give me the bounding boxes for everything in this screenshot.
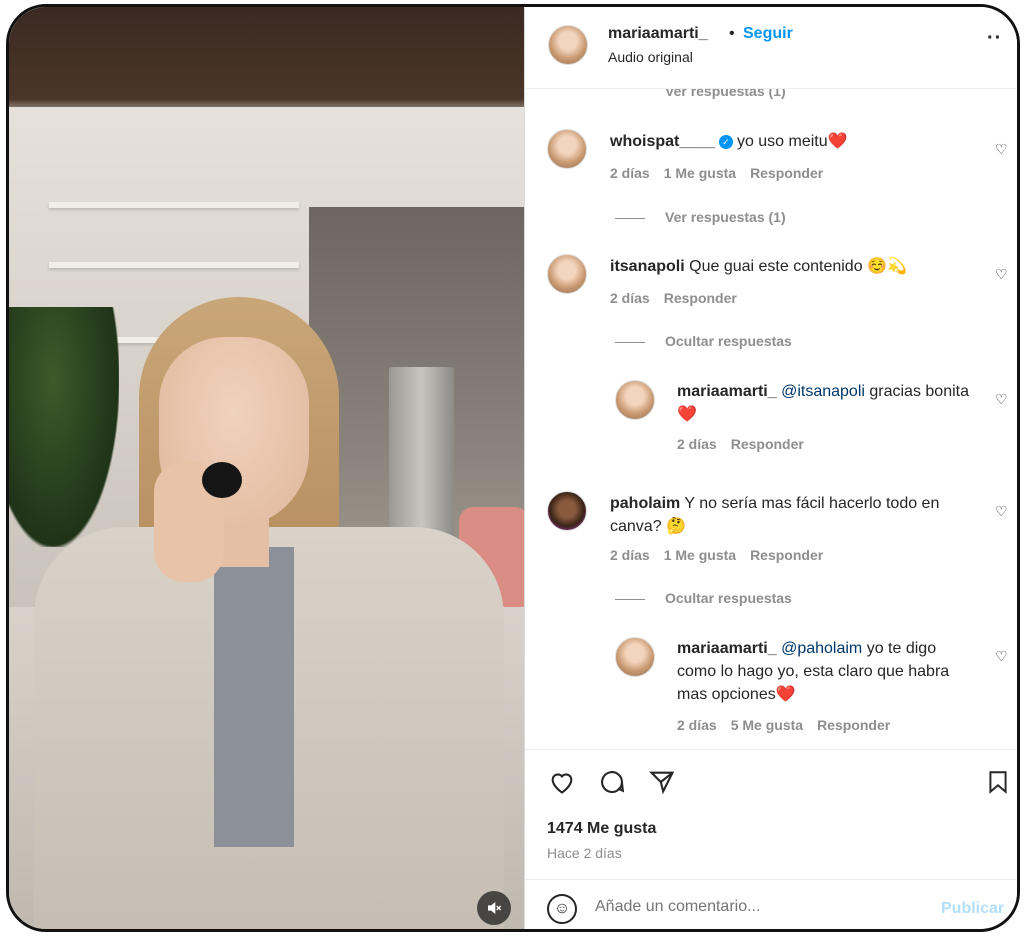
comment-time[interactable]: 2 días (610, 547, 650, 563)
author-username[interactable]: mariaamarti_ (608, 25, 708, 43)
bookmark-icon[interactable] (985, 768, 1011, 801)
comments-list[interactable]: Ver respuestas (1) whoispat____ ✓ yo uso m… (525, 89, 1017, 749)
comment-text: whoispat____ ✓ yo uso meitu❤️ (610, 130, 980, 153)
separator-dot: • (729, 25, 735, 42)
reply-button[interactable]: Responder (664, 290, 737, 306)
comment-likes[interactable]: 1 Me gusta (664, 165, 736, 181)
shelf (49, 262, 299, 268)
reply-button[interactable]: Responder (731, 436, 804, 452)
view-replies-link[interactable]: Ver respuestas (1) (665, 89, 786, 99)
heart-outline-icon[interactable] (547, 768, 577, 801)
post-header: mariaamarti_ • Seguir Audio original ·· (525, 7, 1017, 89)
heart-outline-icon[interactable]: ♡ (995, 503, 1008, 520)
follow-button[interactable]: Seguir (743, 25, 793, 43)
hide-replies-link[interactable]: Ocultar respuestas (615, 333, 792, 349)
comments-panel: mariaamarti_ • Seguir Audio original ·· … (524, 7, 1017, 929)
mention-link[interactable]: @paholaim (781, 640, 862, 657)
comment-body: yo uso meitu❤️ (736, 133, 848, 150)
heart-outline-icon[interactable]: ♡ (995, 141, 1008, 158)
likes-count[interactable]: 1474 Me gusta (547, 820, 656, 838)
post-modal: mariaamarti_ • Seguir Audio original ·· … (6, 4, 1020, 932)
audio-link[interactable]: Audio original (608, 49, 693, 65)
verified-badge-icon: ✓ (718, 135, 733, 149)
comment-composer: ☺ Publicar (525, 879, 1017, 929)
shirt (214, 547, 294, 847)
comment-body: Que guai este contenido ☺️💫 (689, 258, 907, 275)
comment-icon[interactable] (597, 768, 627, 801)
video-person (34, 297, 504, 929)
reply-button[interactable]: Responder (750, 547, 823, 563)
comment-likes[interactable]: 1 Me gusta (664, 547, 736, 563)
mention-link[interactable]: @itsanapoli (781, 383, 865, 400)
send-icon[interactable] (647, 768, 677, 801)
avatar[interactable] (547, 491, 587, 531)
comment-time[interactable]: 2 días (610, 290, 650, 306)
avatar[interactable] (547, 254, 587, 294)
comment-meta: 2 días 1 Me gusta Responder (610, 547, 837, 563)
microphone (202, 462, 242, 498)
comment-likes[interactable]: 5 Me gusta (731, 717, 803, 733)
comment-text: paholaim Y no sería mas fácil hacerlo to… (610, 492, 990, 538)
comment-username[interactable]: whoispat____ (610, 133, 715, 150)
comment-input[interactable] (595, 898, 915, 916)
comment-meta: 2 días 1 Me gusta Responder (610, 165, 837, 181)
comment-text: itsanapoli Que guai este contenido ☺️💫 (610, 255, 980, 278)
comment-time[interactable]: 2 días (610, 165, 650, 181)
avatar[interactable] (547, 129, 587, 169)
post-time[interactable]: Hace 2 días (547, 845, 622, 861)
post-actions: 1474 Me gusta Hace 2 días (525, 749, 1017, 879)
view-replies-link[interactable]: Ver respuestas (1) (615, 209, 786, 225)
video-player[interactable] (9, 7, 524, 929)
publish-button[interactable]: Publicar (941, 900, 1004, 918)
reply-button[interactable]: Responder (750, 165, 823, 181)
heart-outline-icon[interactable]: ♡ (995, 391, 1008, 408)
shelf (49, 202, 299, 208)
comment-username[interactable]: itsanapoli (610, 258, 685, 275)
avatar[interactable] (615, 380, 655, 420)
heart-outline-icon[interactable]: ♡ (995, 648, 1008, 665)
comment-meta: 2 días Responder (610, 290, 751, 306)
reply-meta: 2 días Responder (677, 436, 818, 452)
comment-username[interactable]: paholaim (610, 495, 680, 512)
heart-outline-icon[interactable]: ♡ (995, 266, 1008, 283)
avatar[interactable] (615, 637, 655, 677)
reply-meta: 2 días 5 Me gusta Responder (677, 717, 904, 733)
comment-time[interactable]: 2 días (677, 717, 717, 733)
muted-speaker-icon[interactable] (477, 891, 511, 925)
comment-time[interactable]: 2 días (677, 436, 717, 452)
reply-text: mariaamarti_ @paholaim yo te digo como l… (677, 637, 977, 706)
reply-button[interactable]: Responder (817, 717, 890, 733)
reply-text: mariaamarti_ @itsanapoli gracias bonita❤… (677, 380, 977, 426)
emoji-icon[interactable]: ☺ (547, 894, 577, 924)
reply-username[interactable]: mariaamarti_ (677, 383, 777, 400)
more-horizontal-icon[interactable]: ·· (987, 27, 1002, 50)
avatar[interactable] (548, 25, 588, 65)
reply-username[interactable]: mariaamarti_ (677, 640, 777, 657)
hide-replies-link[interactable]: Ocultar respuestas (615, 590, 792, 606)
